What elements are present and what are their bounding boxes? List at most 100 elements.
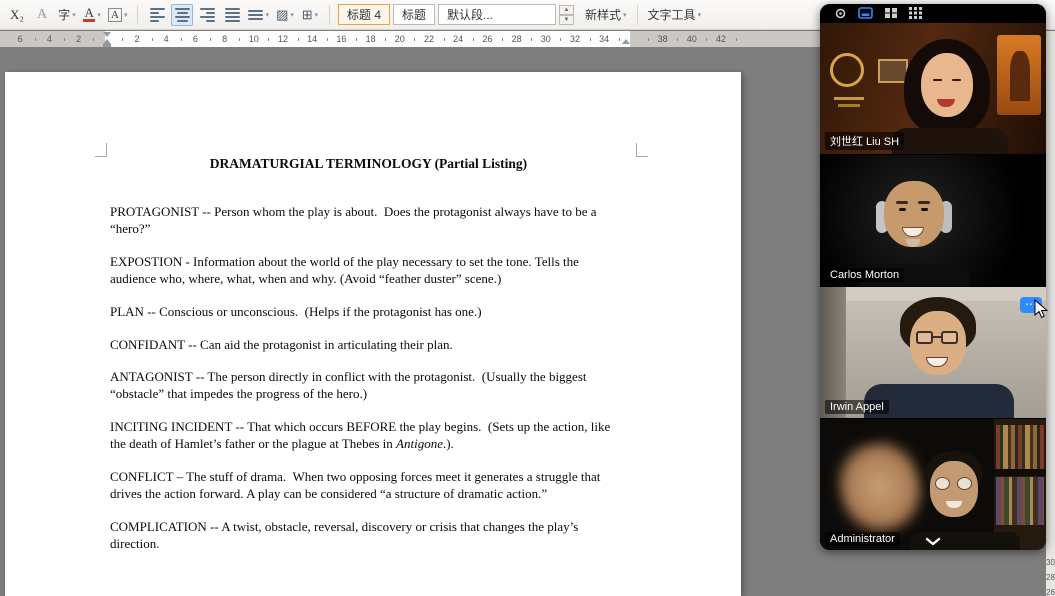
style-gallery-down-button[interactable]: ▼ bbox=[559, 15, 574, 25]
video-call-panel: 刘世红 Liu SH Carlos Morton ⋯ Irwin Appel A… bbox=[820, 4, 1046, 550]
side-ruler-number: 26 bbox=[1046, 588, 1055, 596]
grid-view-icon[interactable] bbox=[909, 7, 922, 19]
new-style-button[interactable]: 新样式 bbox=[583, 4, 629, 26]
align-center-button[interactable] bbox=[171, 4, 193, 26]
ruler-number: 30 bbox=[541, 34, 551, 44]
participant-name: 刘世红 Liu SH bbox=[825, 132, 904, 150]
ruler-tick bbox=[35, 38, 36, 41]
document-page[interactable]: DRAMATURGIAL TERMINOLOGY (Partial Listin… bbox=[5, 72, 741, 596]
left-indent-marker[interactable] bbox=[103, 44, 111, 47]
text-tools-label: 文字工具 bbox=[648, 6, 696, 23]
gallery-view-icon[interactable] bbox=[884, 7, 898, 19]
ruler-tick bbox=[239, 38, 240, 41]
doc-paragraph[interactable]: CONFLICT – The stuff of drama. When two … bbox=[110, 469, 627, 503]
doc-paragraph[interactable]: CONFIDANT -- Can aid the protagonist in … bbox=[110, 337, 627, 354]
ruler-number: 28 bbox=[512, 34, 522, 44]
ruler-tick bbox=[590, 38, 591, 41]
borders-icon: ⊞ bbox=[302, 7, 313, 23]
participant-tile-carlos-morton[interactable]: Carlos Morton bbox=[820, 154, 1046, 286]
borders-button[interactable]: ⊞ bbox=[299, 4, 321, 26]
line-spacing-button[interactable] bbox=[246, 4, 271, 26]
ruler-tick bbox=[122, 38, 123, 41]
subscript-label: X₂ bbox=[10, 7, 24, 23]
participant-video bbox=[820, 419, 1046, 550]
ruler-tick bbox=[298, 38, 299, 41]
shading-button[interactable]: ▨ bbox=[274, 4, 296, 26]
doc-paragraph[interactable]: COMPLICATION -- A twist, obstacle, rever… bbox=[110, 519, 627, 553]
ruler-tick bbox=[736, 38, 737, 41]
ruler-tick bbox=[152, 38, 153, 41]
ruler-number: 42 bbox=[716, 34, 726, 44]
settings-icon[interactable] bbox=[834, 7, 847, 20]
pinyin-label: 字 bbox=[58, 6, 70, 23]
page-content: DRAMATURGIAL TERMINOLOGY (Partial Listin… bbox=[5, 72, 741, 553]
align-right-button[interactable] bbox=[196, 4, 218, 26]
ruler-tick bbox=[502, 38, 503, 41]
participant-tile-administrator[interactable]: Administrator bbox=[820, 418, 1046, 550]
pinyin-guide-button[interactable]: 字 bbox=[56, 4, 78, 26]
ruler-number: 10 bbox=[249, 34, 259, 44]
first-line-indent-marker[interactable] bbox=[103, 32, 111, 37]
align-left-icon bbox=[150, 8, 165, 22]
ruler-tick bbox=[619, 38, 620, 41]
align-center-icon bbox=[175, 8, 190, 22]
clear-format-label: A bbox=[37, 7, 47, 23]
style-default-paragraph[interactable]: 默认段... bbox=[438, 4, 556, 25]
toolbar-separator bbox=[329, 5, 330, 25]
ruler-tick bbox=[93, 38, 94, 41]
ruler-tick bbox=[473, 38, 474, 41]
text-tools-button[interactable]: 文字工具 bbox=[646, 4, 704, 26]
ruler-tick bbox=[444, 38, 445, 41]
font-color-icon: A bbox=[83, 7, 95, 22]
speaker-view-icon[interactable] bbox=[858, 7, 873, 19]
side-ruler-number: 28 bbox=[1046, 573, 1055, 582]
style-gallery-up-button[interactable]: ▲ bbox=[559, 5, 574, 15]
character-border-button[interactable]: A bbox=[106, 4, 129, 26]
clear-format-button[interactable]: A bbox=[31, 4, 53, 26]
ruler-number: 26 bbox=[482, 34, 492, 44]
justify-button[interactable] bbox=[221, 4, 243, 26]
ruler-number: 6 bbox=[193, 34, 198, 44]
participant-video bbox=[820, 155, 1046, 286]
participant-name: Irwin Appel bbox=[825, 400, 889, 414]
ruler-number: 12 bbox=[278, 34, 288, 44]
toolbar-separator bbox=[137, 5, 138, 25]
style-label: 标题 bbox=[402, 6, 426, 23]
character-border-icon: A bbox=[108, 8, 122, 22]
ruler-tick bbox=[531, 38, 532, 41]
subscript-button[interactable]: X₂ bbox=[6, 4, 28, 26]
doc-paragraph[interactable]: PROTAGONIST -- Person whom the play is a… bbox=[110, 204, 627, 238]
ruler-number: 2 bbox=[134, 34, 139, 44]
document-title[interactable]: DRAMATURGIAL TERMINOLOGY (Partial Listin… bbox=[110, 156, 627, 172]
doc-paragraph[interactable]: PLAN -- Conscious or unconscious. (Helps… bbox=[110, 304, 627, 321]
participant-tile-irwin-appel[interactable]: ⋯ Irwin Appel bbox=[820, 286, 1046, 418]
ruler-tick bbox=[648, 38, 649, 41]
toolbar-separator bbox=[637, 5, 638, 25]
ruler-tick bbox=[210, 38, 211, 41]
shading-icon: ▨ bbox=[276, 7, 288, 23]
doc-paragraph[interactable]: EXPOSTION - Information about the world … bbox=[110, 254, 627, 288]
ruler-number: 2 bbox=[76, 34, 81, 44]
ruler-number: 34 bbox=[599, 34, 609, 44]
participant-tile-liu-sh[interactable]: 刘世红 Liu SH bbox=[820, 22, 1046, 154]
ruler-number: 4 bbox=[47, 34, 52, 44]
collapse-panel-button[interactable] bbox=[919, 533, 947, 549]
ruler-number: 14 bbox=[307, 34, 317, 44]
align-right-icon bbox=[200, 8, 215, 22]
doc-paragraph[interactable]: ANTAGONIST -- The person directly in con… bbox=[110, 369, 627, 403]
ruler-number: 20 bbox=[395, 34, 405, 44]
style-heading4[interactable]: 标题 4 bbox=[338, 4, 390, 25]
ruler-number: 6 bbox=[18, 34, 23, 44]
doc-paragraph[interactable]: INCITING INCIDENT -- That which occurs B… bbox=[110, 419, 627, 453]
align-left-button[interactable] bbox=[146, 4, 168, 26]
ruler-tick bbox=[181, 38, 182, 41]
video-panel-toolbar bbox=[820, 4, 1046, 22]
style-heading[interactable]: 标题 bbox=[393, 4, 435, 25]
justify-icon bbox=[225, 8, 240, 22]
ruler-number: 18 bbox=[366, 34, 376, 44]
right-indent-marker[interactable] bbox=[622, 39, 630, 44]
ruler-number: 38 bbox=[658, 34, 668, 44]
style-gallery-scroll: ▲ ▼ bbox=[559, 5, 574, 25]
ruler-number: 16 bbox=[336, 34, 346, 44]
font-color-button[interactable]: A bbox=[81, 4, 103, 26]
